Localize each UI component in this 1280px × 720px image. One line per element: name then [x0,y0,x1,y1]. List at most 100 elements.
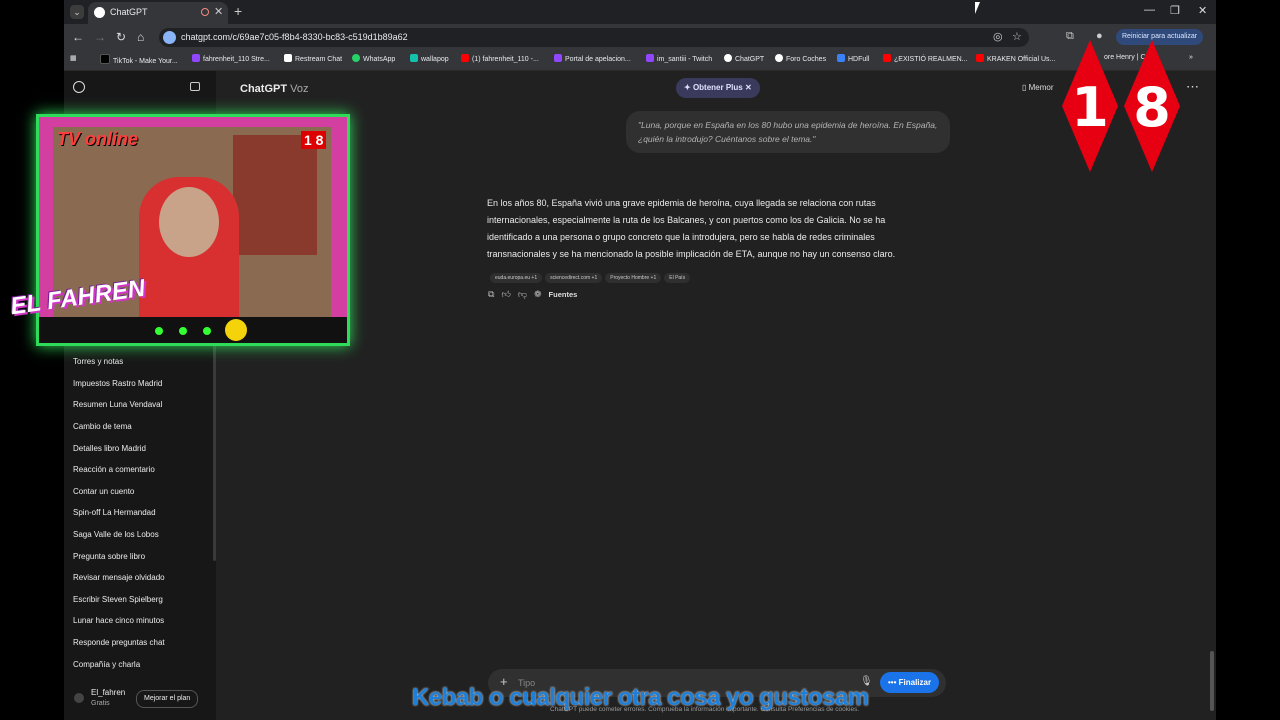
sidebar-chat-item[interactable]: Lunar hace cinco minutos [73,616,164,625]
thumbs-down-icon[interactable]: 👎︎ [518,289,527,299]
sidebar-chat-item[interactable]: Reacción a comentario [73,465,155,474]
avatar [74,693,84,703]
maximize-button[interactable]: ❐ [1170,4,1180,17]
tv-online-logo: TV online [57,129,138,149]
stream-subtitle: Kebab o cualquier otra cosa yo gustosam [412,684,869,711]
omnibox[interactable]: chatgpt.com/c/69ae7c05-f8b4-8330-bc83-c5… [159,28,1029,47]
main-scrollbar[interactable] [1210,651,1214,711]
pacman-dot [179,327,187,335]
user-message: "Luna, porque en España en los 80 hubo u… [626,111,950,153]
tab-title: ChatGPT [110,7,148,17]
bookmark-star-icon[interactable]: ☆ [1012,30,1022,43]
tab-chatgpt[interactable]: ChatGPT ✕ [88,2,228,24]
bookmarks-bar: ▦ TikTok - Make Your... fahrenheit_110 S… [64,50,1216,71]
message-actions: ⧉ 👍︎ 👎︎ ❁ Fuentes [488,289,584,300]
update-button[interactable]: Reiniciar para actualizar [1116,29,1204,45]
recording-icon [201,8,209,16]
user-menu[interactable]: El_fahren Gratis Mejorar el plan [64,681,216,720]
sources-button[interactable]: Fuentes [549,290,578,299]
memory-button[interactable]: ▯ Memor [1022,83,1054,92]
webcam-head [159,187,219,257]
site-info-icon[interactable] [163,31,176,44]
pacman-icon [225,319,247,341]
model-selector[interactable]: ChatGPT Voz [240,83,308,95]
thumbs-up-icon[interactable]: 👍︎ [501,289,510,299]
bookmark-item[interactable]: fahrenheit_110 Stre... [192,54,270,63]
chatgpt-favicon-icon [94,7,105,18]
bookmark-item[interactable]: TikTok - Make Your... [100,54,178,65]
pacman-dot [155,327,163,335]
minimize-button[interactable]: — [1144,4,1155,16]
close-window-button[interactable]: ✕ [1198,4,1207,17]
source-chips: euda.europa.eu +1 sciencedirect.com +1 Pro… [490,266,693,284]
bookmark-item[interactable]: ChatGPT [724,54,764,63]
finish-voice-button[interactable]: ••• Finalizar [880,672,940,693]
get-plus-label: Obtener Plus [692,83,743,92]
bookmark-item[interactable]: ¿EXISTIÓ REALMEN... [883,54,968,63]
source-chip[interactable]: sciencedirect.com +1 [545,273,603,283]
sidebar-chat-item[interactable]: Saga Valle de los Lobos [73,530,159,539]
model-mode: Voz [290,83,309,95]
right-letterbox [1216,0,1280,720]
sidebar-chat-item[interactable]: Responde preguntas chat [73,638,165,647]
sidebar-toggle-icon[interactable] [190,82,200,91]
user-name: El_fahren [91,688,126,697]
model-name: ChatGPT [240,83,288,95]
tab-search-icon[interactable]: ⌄ [70,5,84,19]
more-bookmarks-icon[interactable]: » [1189,54,1193,61]
home-button[interactable]: ⌂ [137,30,144,44]
chat-main: ChatGPT Voz ✦ Obtener Plus ✕ ▯ Memor ⋯ "… [216,71,1216,720]
source-chip[interactable]: euda.europa.eu +1 [490,273,543,283]
bookmark-item[interactable]: ore Henry | C [1104,54,1146,61]
extensions-icon[interactable]: ⧉ [1066,30,1074,43]
reload-button[interactable]: ↻ [116,30,126,44]
bookmark-item[interactable]: Portal de apelacion... [554,54,631,63]
finish-label: Finalizar [898,678,932,687]
sidebar-chat-item[interactable]: Spin-off La Hermandad [73,508,156,517]
more-options-icon[interactable]: ⋯ [1186,79,1199,95]
address-bar-row: ← → ↻ ⌂ chatgpt.com/c/69ae7c05-f8b4-8330… [64,24,1216,50]
sidebar-chat-item[interactable]: Resumen Luna Vendaval [73,400,162,409]
get-plus-button[interactable]: ✦ Obtener Plus ✕ [676,78,760,98]
copy-icon[interactable]: ⧉ [488,289,494,299]
webcam-overlay: TV online 1 8 [36,114,350,346]
bookmark-item[interactable]: im_santiii - Twitch [646,54,712,63]
source-chip[interactable]: Proyecto Hombre +1 [605,273,662,283]
mouse-cursor-icon [975,2,980,14]
bookmark-item[interactable]: wallapop [410,54,449,63]
bookmark-item[interactable]: (1) fahrenheit_110 -... [461,54,539,63]
new-tab-button[interactable]: + [234,3,242,19]
sidebar-chat-item[interactable]: Detalles libro Madrid [73,444,146,453]
close-tab-icon[interactable]: ✕ [214,5,223,18]
forward-button[interactable]: → [94,30,106,44]
profile-icon[interactable]: ● [1096,30,1103,42]
bookmark-item[interactable]: Foro Coches [775,54,826,63]
age-badge-small: 1 8 [301,131,327,149]
chatgpt-logo-icon[interactable] [73,81,85,93]
tab-strip: ⌄ ChatGPT ✕ + — ❐ ✕ [64,0,1216,24]
user-plan: Gratis [91,700,110,707]
sidebar-chat-item[interactable]: Compañía y charla [73,660,140,669]
sidebar-chat-item[interactable]: Revisar mensaje olvidado [73,573,165,582]
sources-icon[interactable]: ❁ [534,289,542,299]
upgrade-plan-button[interactable]: Mejorar el plan [136,690,199,708]
sidebar-chat-item[interactable]: Impuestos Rastro Madrid [73,379,162,388]
bookmark-item[interactable]: HDFull [837,54,869,63]
sidebar-chat-item[interactable]: Cambio de tema [73,422,132,431]
pacman-dot [203,327,211,335]
sidebar-chat-item[interactable]: Contar un cuento [73,487,134,496]
source-chip[interactable]: El País [664,273,691,283]
memory-label: Memor [1028,83,1054,92]
bookmark-item[interactable]: WhatsApp [352,54,395,63]
url-text: chatgpt.com/c/69ae7c05-f8b4-8330-bc83-c5… [181,32,408,42]
webcam-poster [233,135,317,255]
sidebar-chat-item[interactable]: Escribir Steven Spielberg [73,595,163,604]
sidebar-chat-item[interactable]: Torres y notas [73,357,123,366]
back-button[interactable]: ← [72,30,84,44]
eye-off-icon[interactable]: ◎ [993,30,1003,43]
webcam-bottom-bar [39,317,347,343]
bookmark-item[interactable]: KRAKEN Official Us... [976,54,1055,63]
sidebar-chat-item[interactable]: Pregunta sobre libro [73,552,145,561]
bookmark-item[interactable]: Restream Chat [284,54,342,63]
apps-grid-icon[interactable]: ▦ [70,54,77,62]
